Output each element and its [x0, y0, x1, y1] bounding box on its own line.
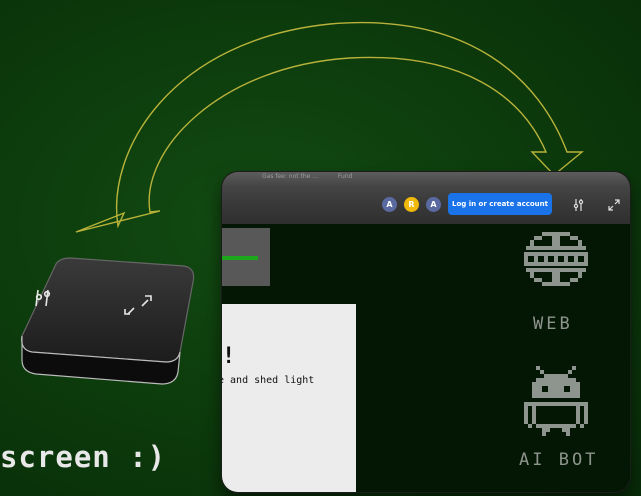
android-robot-icon[interactable] — [522, 364, 590, 440]
app-window: Gas fee: not the ... Fund A R A Log in o… — [222, 172, 630, 492]
faded-item: Fund — [337, 173, 353, 180]
avatar[interactable]: A — [426, 197, 441, 212]
text-panel: ! — [222, 304, 356, 492]
panel-text: e and shed light — [222, 375, 315, 386]
preview-card[interactable] — [222, 228, 270, 286]
avatar[interactable]: R — [404, 197, 419, 212]
faded-item: Gas fee: not the ... — [262, 173, 318, 180]
avatar-letter: R — [408, 200, 415, 209]
panel-exclamation: ! — [222, 344, 236, 369]
avatar-letter: A — [430, 200, 437, 209]
globe-icon[interactable] — [518, 228, 594, 294]
window-content: ! e and shed light WEB AI BOT — [222, 224, 630, 492]
app-label-ai-bot[interactable]: AI BOT — [519, 450, 598, 470]
avatar[interactable]: A — [382, 197, 397, 212]
sliders-icon[interactable] — [570, 196, 588, 214]
caption-text: screen :) — [0, 440, 167, 474]
expand-icon[interactable] — [605, 196, 623, 214]
avatar-letter: A — [386, 200, 393, 209]
login-button[interactable]: Log in or create account — [448, 193, 552, 215]
app-label-web[interactable]: WEB — [533, 314, 573, 334]
window-topbar: Gas fee: not the ... Fund A R A Log in o… — [222, 172, 630, 224]
card-stripe — [222, 256, 258, 260]
topbar-faded-items: Gas fee: not the ... Fund — [262, 172, 602, 182]
